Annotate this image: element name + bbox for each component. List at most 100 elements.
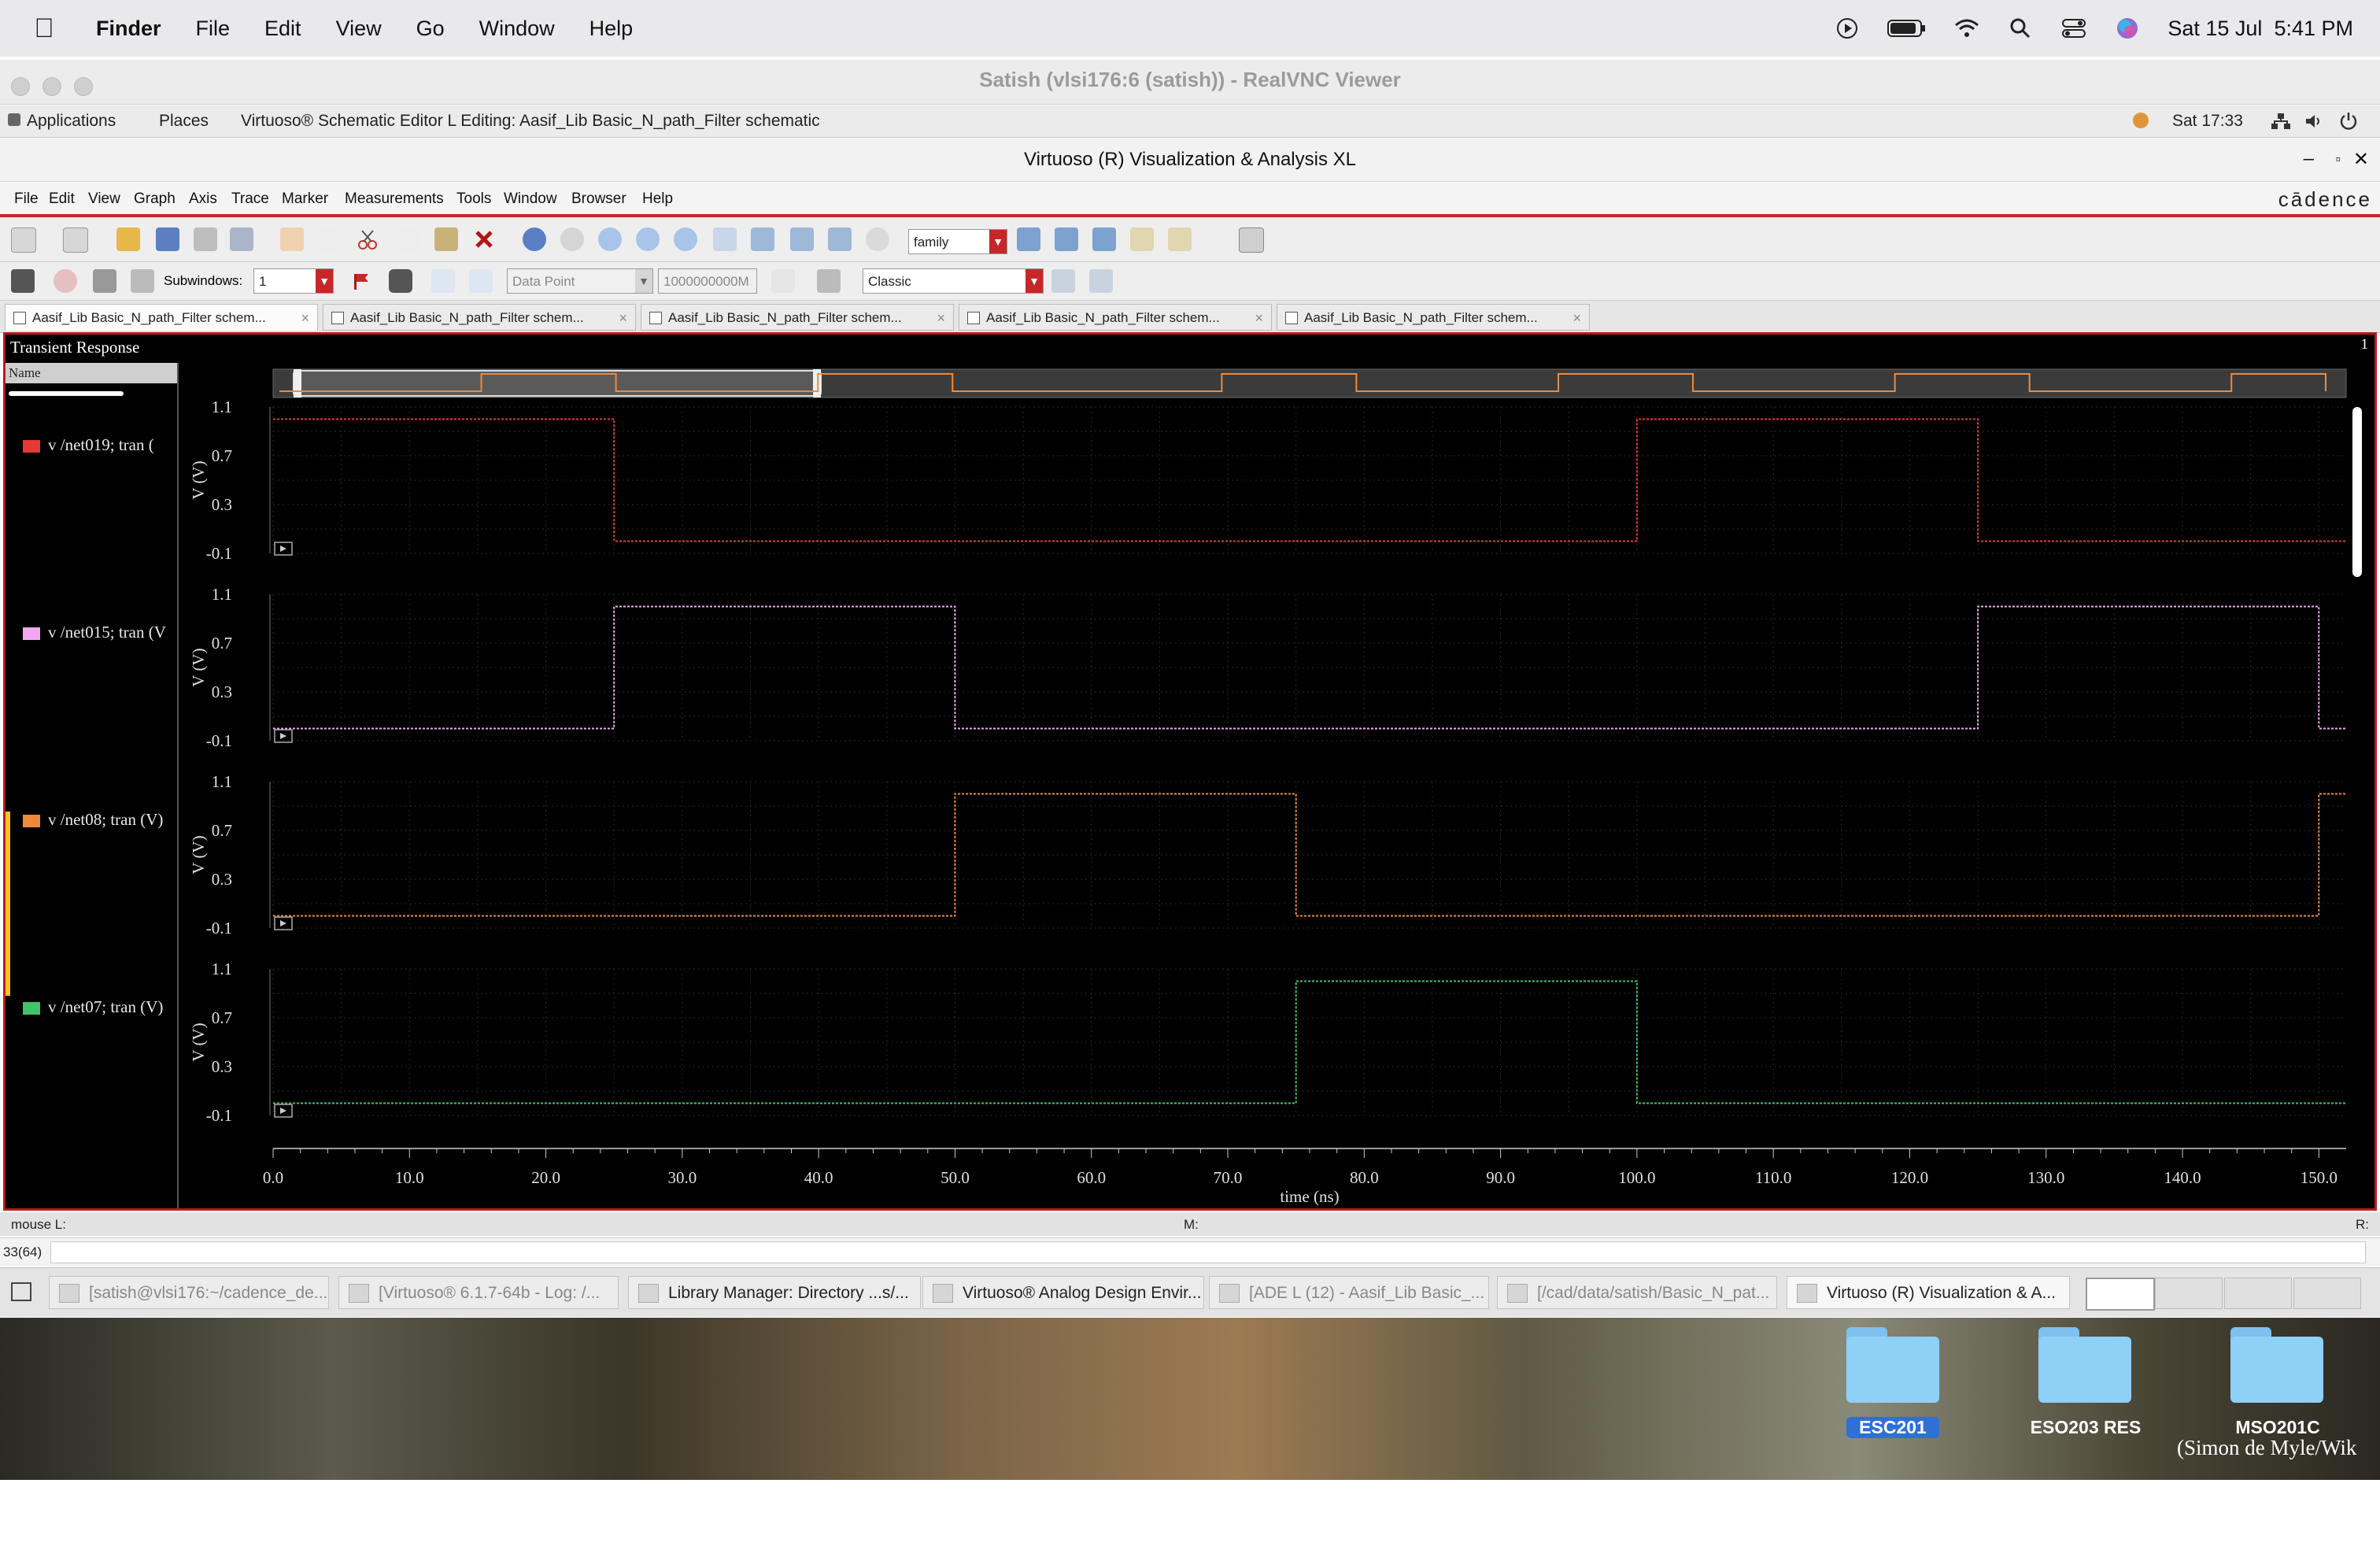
save-icon[interactable] bbox=[156, 227, 179, 251]
menu-measurements[interactable]: Measurements bbox=[345, 190, 444, 208]
marker-mode-combo[interactable]: Data Point ▼ bbox=[507, 268, 653, 294]
control-center-icon[interactable] bbox=[2060, 15, 2087, 42]
close-window-icon[interactable] bbox=[1089, 269, 1113, 293]
menu-tools[interactable]: Tools bbox=[456, 190, 491, 208]
menu-file[interactable]: File bbox=[14, 190, 39, 208]
export-icon[interactable] bbox=[230, 227, 253, 251]
zoom-fit-icon[interactable] bbox=[598, 227, 622, 251]
zoom-reset-icon[interactable] bbox=[866, 227, 889, 251]
folder-label-mso201c[interactable]: MSO201C bbox=[2208, 1417, 2347, 1438]
task-ade[interactable]: Virtuoso® Analog Design Envir... bbox=[922, 1276, 1204, 1309]
close-icon[interactable]: × bbox=[937, 305, 945, 330]
command-input[interactable] bbox=[50, 1241, 2366, 1263]
close-icon[interactable]: × bbox=[1572, 305, 1581, 330]
task-virtuoso-log[interactable]: [Virtuoso® 6.1.7-64b - Log: /... bbox=[338, 1276, 619, 1309]
apple-icon[interactable]:  bbox=[28, 13, 60, 44]
zoom-back-icon[interactable] bbox=[523, 227, 546, 251]
command-line[interactable]: 33(64) bbox=[0, 1237, 2380, 1267]
mac-menu-help[interactable]: Help bbox=[589, 17, 634, 41]
battery-icon[interactable] bbox=[1887, 15, 1927, 42]
active-window-title[interactable]: Virtuoso® Schematic Editor L Editing: Aa… bbox=[241, 112, 820, 131]
close-icon[interactable]: ✕ bbox=[2353, 148, 2369, 171]
update-icon[interactable] bbox=[2133, 113, 2149, 128]
task-visualization[interactable]: Virtuoso (R) Visualization & A... bbox=[1787, 1276, 2070, 1309]
folder-icon[interactable] bbox=[2230, 1327, 2323, 1403]
zoom-in-icon[interactable] bbox=[636, 227, 660, 251]
network-icon[interactable] bbox=[2271, 113, 2290, 134]
subwindows-combo[interactable]: 1 ▼ bbox=[253, 268, 334, 294]
workspace-3[interactable] bbox=[2224, 1278, 2292, 1309]
pan-icon[interactable] bbox=[828, 227, 852, 251]
menu-edit[interactable]: Edit bbox=[49, 190, 75, 208]
close-icon[interactable]: × bbox=[1255, 305, 1263, 330]
app-menu-finder[interactable]: Finder bbox=[96, 17, 161, 41]
siri-icon[interactable] bbox=[2114, 15, 2141, 42]
tab-waveform-2[interactable]: Aasif_Lib Basic_N_path_Filter schem... × bbox=[323, 304, 636, 331]
menu-help[interactable]: Help bbox=[642, 190, 673, 208]
undo-icon[interactable] bbox=[280, 227, 304, 251]
workspace-2[interactable] bbox=[2155, 1278, 2223, 1309]
waveform-plot[interactable]: 1.1 0.7 0.3 -0.1 V (V) 1.1 0.7 0.3 -0.1 V (V) 1.1 0… bbox=[6, 335, 2374, 1208]
open-icon[interactable] bbox=[116, 227, 140, 251]
task-file-browser[interactable]: [/cad/data/satish/Basic_N_pat... bbox=[1497, 1276, 1777, 1309]
menu-window[interactable]: Window bbox=[504, 190, 557, 208]
close-icon[interactable]: × bbox=[619, 305, 627, 330]
zoom-out-icon[interactable] bbox=[674, 227, 697, 251]
calculator-icon[interactable] bbox=[817, 269, 841, 293]
family-combo[interactable]: family ▼ bbox=[908, 229, 1007, 254]
zoom-x-icon[interactable] bbox=[713, 227, 737, 251]
task-terminal[interactable]: [satish@vlsi176:~/cadence_de... bbox=[49, 1276, 329, 1309]
mac-menu-view[interactable]: View bbox=[336, 17, 382, 41]
tab-waveform-3[interactable]: Aasif_Lib Basic_N_path_Filter schem... × bbox=[641, 304, 954, 331]
zoom-y-icon[interactable] bbox=[751, 227, 774, 251]
new-window-icon[interactable] bbox=[11, 227, 36, 253]
folder-label-esc201[interactable]: ESC201 bbox=[1846, 1417, 1939, 1438]
menu-view[interactable]: View bbox=[88, 190, 120, 208]
paste-icon[interactable] bbox=[434, 227, 458, 251]
search-icon[interactable] bbox=[2007, 15, 2034, 42]
marker-value-field[interactable]: 1000000000M bbox=[658, 268, 757, 294]
delete-icon[interactable] bbox=[472, 227, 496, 251]
markers-icon[interactable] bbox=[54, 269, 77, 293]
window-icon[interactable] bbox=[1051, 269, 1075, 293]
menu-marker[interactable]: Marker bbox=[282, 190, 328, 208]
strip-chart-icon[interactable] bbox=[1017, 227, 1040, 251]
pin-icon[interactable] bbox=[389, 269, 412, 293]
power-icon[interactable] bbox=[2339, 112, 2358, 135]
new-subwindow-icon[interactable] bbox=[63, 227, 88, 253]
tab-waveform-1[interactable]: Aasif_Lib Basic_N_path_Filter schem... × bbox=[5, 304, 318, 331]
print-icon[interactable] bbox=[194, 227, 217, 251]
applications-menu[interactable]: Applications bbox=[27, 112, 116, 131]
style-combo[interactable]: Classic ▼ bbox=[863, 268, 1044, 294]
measure-icon[interactable] bbox=[771, 269, 795, 293]
next-icon[interactable] bbox=[469, 269, 493, 293]
cut-icon[interactable] bbox=[356, 227, 379, 251]
close-icon[interactable]: × bbox=[301, 305, 309, 331]
mac-menu-go[interactable]: Go bbox=[416, 17, 445, 41]
menu-browser[interactable]: Browser bbox=[571, 190, 626, 208]
overlay-icon[interactable] bbox=[1130, 227, 1154, 251]
copy-icon[interactable] bbox=[395, 227, 419, 251]
minimize-icon[interactable]: – bbox=[2304, 148, 2314, 170]
maximize-icon[interactable]: ▫ bbox=[2336, 151, 2341, 168]
redo-icon[interactable] bbox=[318, 227, 342, 251]
mac-menu-edit[interactable]: Edit bbox=[264, 17, 301, 41]
menu-graph[interactable]: Graph bbox=[134, 190, 176, 208]
task-ade-l[interactable]: [ADE L (12) - Aasif_Lib Basic_... bbox=[1209, 1276, 1489, 1309]
layout-icon[interactable] bbox=[1168, 227, 1192, 251]
zoom-forward-icon[interactable] bbox=[560, 227, 584, 251]
menu-axis[interactable]: Axis bbox=[189, 190, 217, 208]
volume-icon[interactable] bbox=[2304, 113, 2323, 134]
workspace-4[interactable] bbox=[2293, 1278, 2361, 1309]
show-desktop-icon[interactable] bbox=[11, 1282, 31, 1301]
clock[interactable]: Sat 15 Jul 5:41 PM bbox=[2168, 17, 2353, 41]
folder-icon[interactable] bbox=[1846, 1327, 1939, 1403]
tab-waveform-4[interactable]: Aasif_Lib Basic_N_path_Filter schem... × bbox=[959, 304, 1272, 331]
places-menu[interactable]: Places bbox=[159, 112, 209, 131]
task-library-manager[interactable]: Library Manager: Directory ...s/... bbox=[628, 1276, 921, 1309]
stack-icon[interactable] bbox=[93, 269, 116, 293]
select-tool-icon[interactable] bbox=[11, 269, 35, 293]
zoom-box-icon[interactable] bbox=[790, 227, 814, 251]
split-current-icon[interactable] bbox=[1092, 227, 1116, 251]
grid-icon[interactable] bbox=[1239, 227, 1264, 253]
